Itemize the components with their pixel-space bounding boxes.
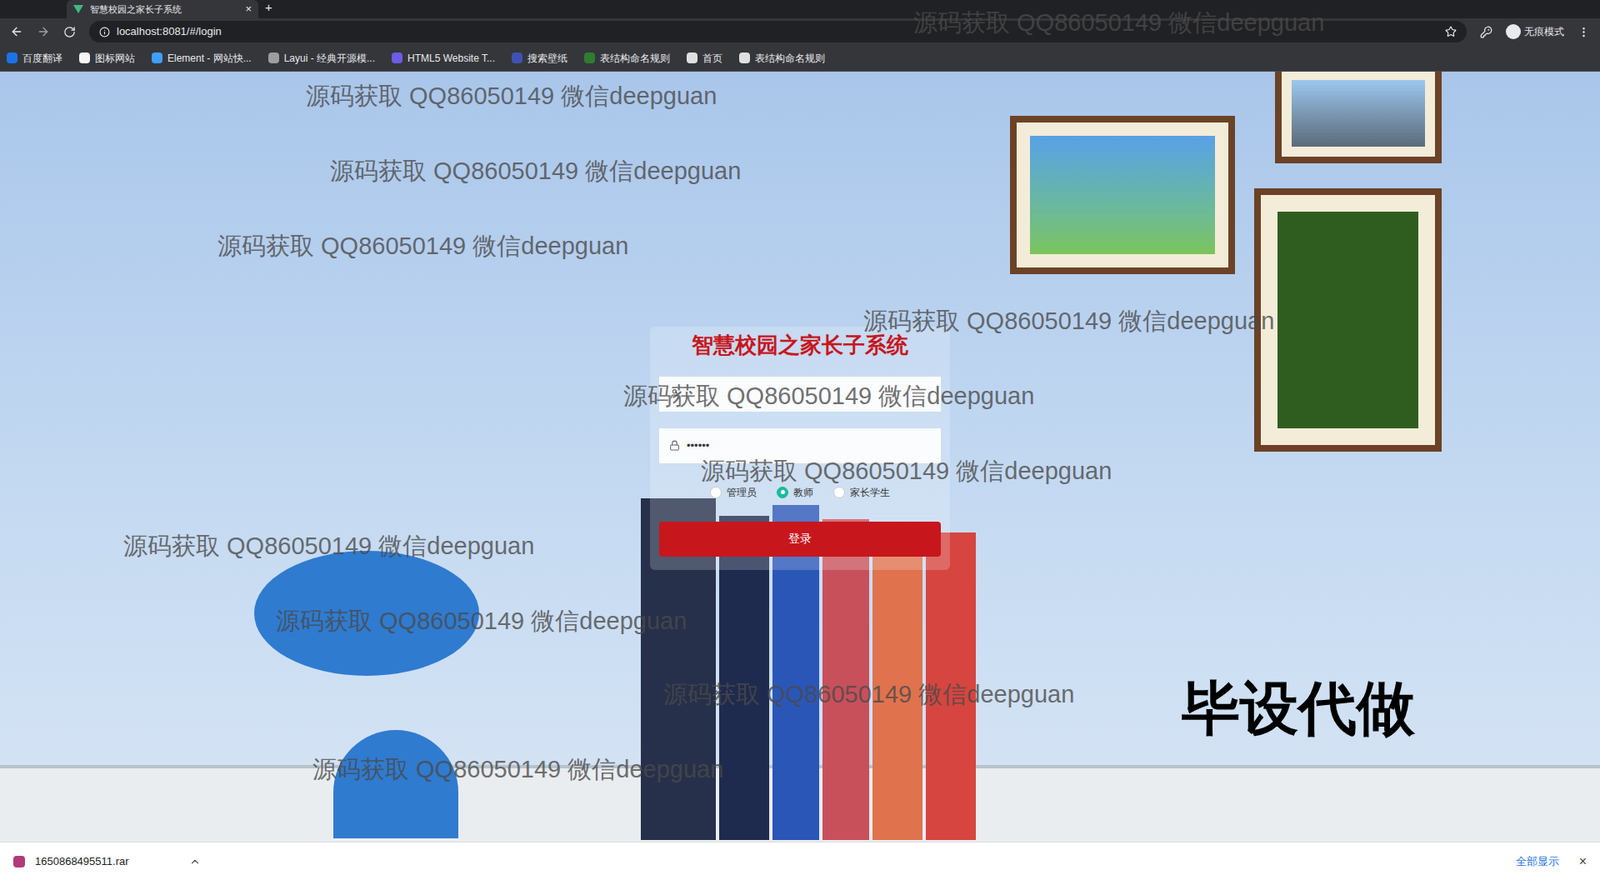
whale-photo xyxy=(254,550,480,676)
bookmark-label: Layui - 经典开源模... xyxy=(284,50,375,66)
ad-watermark: 毕设代做 xyxy=(1181,665,1415,753)
bookmark-label: HTML5 Website T... xyxy=(407,50,495,66)
download-close[interactable]: × xyxy=(1579,851,1587,872)
watermark: 源码获取 QQ86050149 微信deepguan xyxy=(275,603,687,640)
picture-frame xyxy=(1010,115,1235,275)
watermark: 源码获取 QQ86050149 微信deepguan xyxy=(863,303,1275,340)
role-group: 管理员 教师 家长学生 xyxy=(710,485,890,500)
archive-icon xyxy=(13,855,25,868)
watermark: 源码获取 QQ86050149 微信deepguan xyxy=(312,751,724,789)
bookmark-icon xyxy=(79,52,90,64)
bookmark-icon xyxy=(511,52,523,64)
bookmark[interactable]: Element - 网站快... xyxy=(151,50,252,66)
bookmark-icon xyxy=(739,52,750,64)
url-text: localhost:8081/#/login xyxy=(116,23,222,40)
bookmark[interactable]: 搜索壁纸 xyxy=(511,50,568,66)
tab-close[interactable]: × xyxy=(245,0,252,18)
bookmark[interactable]: 图标网站 xyxy=(79,50,135,66)
bookmark-icon xyxy=(391,52,403,64)
download-file[interactable]: 1650868495511.rar xyxy=(35,853,130,870)
bookmark-icon xyxy=(151,52,163,64)
vue-icon xyxy=(73,5,84,14)
bookmark-label: 首页 xyxy=(702,50,723,66)
bookmark[interactable]: 首页 xyxy=(686,50,723,66)
app: 智慧校园之家长子系统 × + localhost:8081/#/login 无痕模式百度… xyxy=(0,0,1600,880)
bookmark-icon xyxy=(584,52,595,64)
bookmark[interactable]: HTML5 Website T... xyxy=(391,50,495,66)
password-field[interactable]: •••••• xyxy=(659,428,941,464)
reload-icon[interactable] xyxy=(63,25,76,39)
login-page: 智慧校园之家长子系统 •••••• 管理员 教师 家长学生登录 xyxy=(0,71,1600,842)
radio-circle xyxy=(833,486,845,499)
login-column: 智慧校园之家长子系统 •••••• 管理员 教师 家长学生登录 xyxy=(0,71,1600,570)
menu-icon[interactable] xyxy=(1577,25,1590,39)
bookmark-icon xyxy=(268,52,280,64)
bookmark-label: 搜索壁纸 xyxy=(527,50,568,66)
role-radio[interactable]: 管理员 xyxy=(710,485,757,500)
bookmarks-bar: 百度翻译 图标网站 Element - 网站快... Layui - 经典开源模...… xyxy=(0,45,1600,72)
bookmark-label: 图标网站 xyxy=(95,50,135,66)
bookmark-icon xyxy=(686,52,698,64)
role-label: 教师 xyxy=(793,485,814,500)
bookmark[interactable]: 表结构命名规则 xyxy=(584,50,670,66)
back-icon[interactable] xyxy=(10,25,24,39)
address-bar: localhost:8081/#/login 无痕模式 xyxy=(0,18,1600,45)
watermark: 源码获取 QQ86050149 微信deepguan xyxy=(913,5,1325,42)
download-bar: 1650868495511.rar 全部显示 × xyxy=(0,841,1600,880)
watermark: 源码获取 QQ86050149 微信deepguan xyxy=(217,228,629,265)
role-radio[interactable]: 家长学生 xyxy=(833,485,890,500)
show-all-button[interactable]: 全部显示 xyxy=(1515,853,1560,870)
picture-frame xyxy=(1254,188,1442,452)
tab-title: 智慧校园之家长子系统 xyxy=(90,2,239,17)
role-label: 家长学生 xyxy=(850,485,890,500)
watermark: 源码获取 QQ86050149 微信deepguan xyxy=(330,153,741,190)
user-icon xyxy=(669,388,680,400)
chevron-icon[interactable] xyxy=(189,855,201,868)
login-button[interactable]: 登录 xyxy=(659,521,941,557)
login-panel: 智慧校园之家长子系统 •••••• 管理员 教师 家长学生登录 xyxy=(650,326,950,570)
radio-circle xyxy=(776,486,789,499)
bookmark-label: 表结构命名规则 xyxy=(755,50,825,66)
watermark: 源码获取 QQ86050149 微信deepguan xyxy=(700,453,1112,490)
bookmark[interactable]: 百度翻译 xyxy=(6,50,63,66)
url-field[interactable]: localhost:8081/#/login xyxy=(89,20,1467,43)
watermark: 源码获取 QQ86050149 微信deepguan xyxy=(623,378,1035,415)
role-radio[interactable]: 教师 xyxy=(776,485,814,500)
bookmark[interactable]: 表结构命名规则 xyxy=(739,50,825,66)
profile-text: 无痕模式 xyxy=(1524,24,1565,40)
bookmark-icon xyxy=(6,52,18,64)
key-icon[interactable] xyxy=(1480,25,1493,39)
watermark: 源码获取 QQ86050149 微信deepguan xyxy=(663,676,1075,714)
star-icon[interactable] xyxy=(1445,25,1457,38)
bookmark[interactable]: Layui - 经典开源模... xyxy=(268,50,375,66)
bookmark-label: 百度翻译 xyxy=(22,50,63,66)
radio-circle xyxy=(710,486,722,499)
incognito-icon xyxy=(1505,24,1521,40)
profile-badge[interactable]: 无痕模式 xyxy=(1505,24,1565,40)
bookmark-label: 表结构命名规则 xyxy=(600,50,670,66)
bookmark-label: Element - 网站快... xyxy=(167,50,252,66)
role-label: 管理员 xyxy=(726,485,757,500)
lock-icon xyxy=(669,440,680,451)
whale-stand-photo xyxy=(333,730,459,839)
password-value: •••••• xyxy=(686,437,710,455)
forward-icon[interactable] xyxy=(36,25,50,39)
login-title: 智慧校园之家长子系统 xyxy=(691,331,909,360)
watermark: 源码获取 QQ86050149 微信deepguan xyxy=(123,528,535,565)
tab-strip: 智慧校园之家长子系统 × + xyxy=(0,0,1600,19)
browser-tab[interactable]: 智慧校园之家长子系统 × xyxy=(66,0,259,19)
info-icon xyxy=(99,26,110,38)
new-tab-button[interactable]: + xyxy=(265,0,273,19)
picture-frame xyxy=(1275,71,1442,164)
username-field[interactable] xyxy=(659,376,941,412)
watermark: 源码获取 QQ86050149 微信deepguan xyxy=(305,78,717,115)
